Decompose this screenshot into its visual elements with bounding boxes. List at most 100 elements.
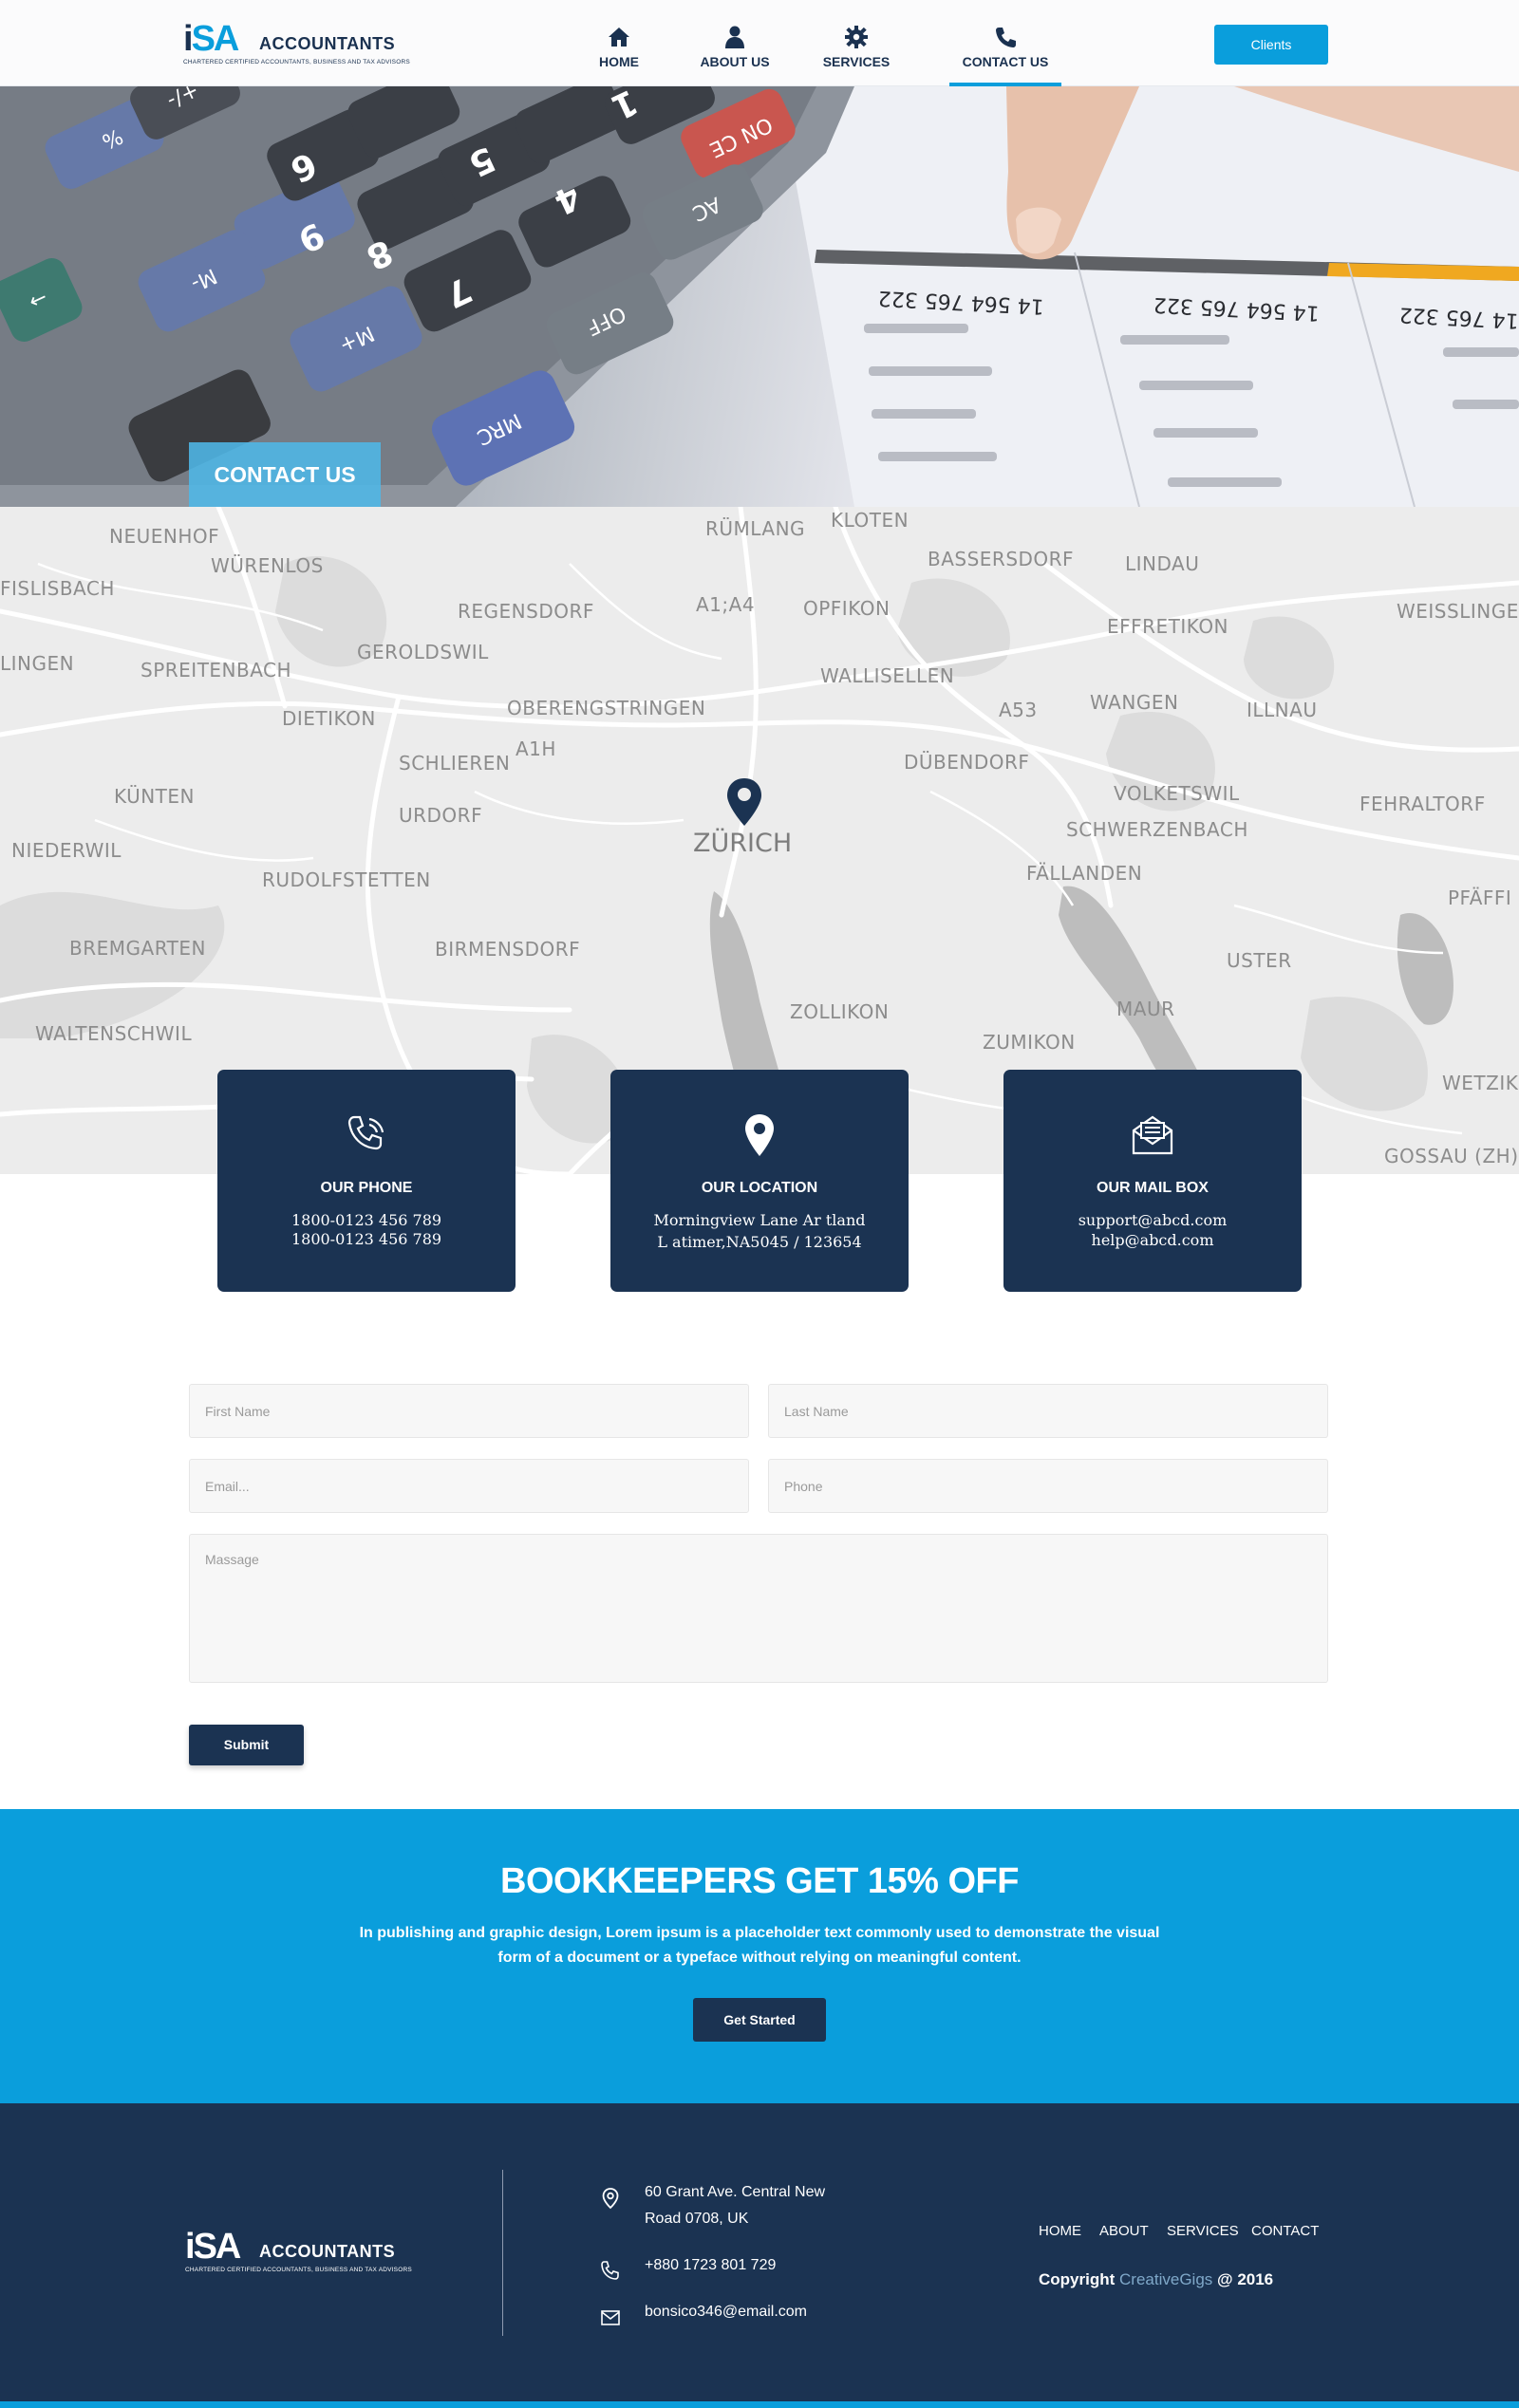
- mailbox-card-line-1: support@abcd.com: [1078, 1211, 1228, 1229]
- footer-email[interactable]: bonsico346@email.com: [645, 2299, 807, 2325]
- promo-banner: BOOKKEEPERS GET 15% OFF In publishing an…: [0, 1809, 1519, 2103]
- footer-logo-tagline: CHARTERED CERTIFIED ACCOUNTANTS, BUSINES…: [185, 2267, 412, 2273]
- phone-icon: [996, 28, 1016, 47]
- phone-icon: [601, 2261, 619, 2280]
- footer-phone[interactable]: +880 1723 801 729: [645, 2252, 776, 2279]
- nav-contact[interactable]: CONTACT US: [949, 0, 1061, 86]
- map-place-label: WÜRENLOS: [211, 554, 324, 577]
- map-place-label: SCHLIEREN: [399, 752, 511, 775]
- map-place-label: KÜNTEN: [114, 785, 195, 808]
- location-card-title: OUR LOCATION: [701, 1180, 818, 1196]
- clients-button[interactable]: Clients: [1214, 25, 1328, 65]
- footer-accent-bar: [0, 2401, 1519, 2408]
- location-card-line-1: Morningview Lane Ar tland: [653, 1211, 866, 1229]
- mailbox-card-title: OUR MAIL BOX: [1097, 1180, 1209, 1196]
- map-place-label: WETZIK: [1442, 1072, 1519, 1094]
- map-place-label: GOSSAU (ZH): [1384, 1145, 1519, 1167]
- map-place-label: FEHRALTORF: [1360, 793, 1486, 815]
- phone-card: OUR PHONE 1800-0123 456 789 1800-0123 45…: [217, 1070, 516, 1292]
- footer-logo-mark: iSA: [185, 2227, 241, 2267]
- map-place-label: LINGEN: [0, 652, 75, 675]
- phone-input[interactable]: [768, 1459, 1328, 1513]
- site-logo[interactable]: iSA ACCOUNTANTS CHARTERED CERTIFIED ACCO…: [183, 21, 416, 68]
- map-place-label: VOLKETSWIL: [1114, 782, 1240, 805]
- location-card-line-2: L atimer,NA5045 / 123654: [657, 1233, 862, 1251]
- map-place-label: EFFRETIKON: [1107, 615, 1229, 638]
- map-place-label: OBERENGSTRINGEN: [507, 697, 706, 719]
- map-place-label: SCHWERZENBACH: [1066, 818, 1248, 841]
- footer-address-line-2: Road 0708, UK: [645, 2211, 749, 2227]
- mailbox-card-line-2: help@abcd.com: [1091, 1231, 1214, 1249]
- map-place-label: A1;A4: [696, 593, 756, 616]
- map-place-label: DIETIKON: [282, 707, 376, 730]
- lake-pfaeffikersee: [1397, 913, 1453, 1025]
- map-place-label: WALTENSCHWIL: [35, 1022, 193, 1045]
- submit-button[interactable]: Submit: [189, 1725, 304, 1765]
- map-place-label: RUDOLFSTETTEN: [262, 868, 431, 891]
- map-pin-icon: [745, 1114, 774, 1156]
- footer-divider: [502, 2170, 503, 2336]
- map-place-label: KLOTEN: [831, 509, 910, 532]
- map-place-label: PFÄFFI: [1448, 887, 1512, 909]
- user-icon: [725, 26, 744, 48]
- map-place-label: NIEDERWIL: [11, 839, 122, 862]
- message-textarea[interactable]: [189, 1534, 1328, 1683]
- map-place-label: BREMGARTEN: [69, 937, 206, 960]
- map-place-label: WANGEN: [1090, 691, 1179, 714]
- footer-copyright-brand[interactable]: CreativeGigs: [1119, 2270, 1212, 2288]
- footer-logo-wordmark: ACCOUNTANTS: [259, 2242, 396, 2261]
- nav-services[interactable]: SERVICES: [818, 0, 894, 86]
- logo-mark: iSA: [183, 19, 239, 59]
- first-name-input[interactable]: [189, 1384, 749, 1438]
- location-pin-icon: [602, 2188, 619, 2210]
- footer-nav-contact[interactable]: CONTACT: [1251, 2223, 1319, 2240]
- promo-title: BOOKKEEPERS GET 15% OFF: [500, 1861, 1019, 1901]
- map-place-label: LINDAU: [1125, 552, 1200, 575]
- map-place-label: BASSERSDORF: [928, 548, 1075, 570]
- last-name-input[interactable]: [768, 1384, 1328, 1438]
- nav-home-label: HOME: [599, 54, 639, 69]
- map-place-label: DÜBENDORF: [904, 751, 1030, 774]
- email-icon: [601, 2310, 620, 2325]
- site-footer: iSA ACCOUNTANTS CHARTERED CERTIFIED ACCO…: [0, 2103, 1519, 2408]
- map-place-label: GEROLDSWIL: [357, 641, 489, 663]
- map-place-label: BIRMENSDORF: [435, 938, 581, 961]
- map-place-label: SPREITENBACH: [141, 659, 292, 681]
- map-place-label: WEISSLINGEN: [1397, 600, 1519, 623]
- phone-card-title: OUR PHONE: [320, 1180, 413, 1196]
- map-place-label: USTER: [1227, 949, 1292, 972]
- main-nav: HOME ABOUT US SERVICES CONTACT US: [579, 0, 1061, 86]
- logo-tagline: CHARTERED CERTIFIED ACCOUNTANTS, BUSINES…: [183, 59, 410, 65]
- map-city-label: ZÜRICH: [693, 829, 793, 858]
- map-place-label: WALLISELLEN: [820, 664, 955, 687]
- nav-about-label: ABOUT US: [700, 54, 770, 69]
- nav-services-label: SERVICES: [822, 54, 891, 69]
- map-place-label: ZOLLIKON: [790, 1000, 890, 1023]
- map-place-label: NEUENHOF: [109, 525, 220, 548]
- nav-about[interactable]: ABOUT US: [697, 0, 773, 86]
- footer-logo[interactable]: iSA ACCOUNTANTS CHARTERED CERTIFIED ACCO…: [185, 2229, 418, 2276]
- mailbox-card: OUR MAIL BOX support@abcd.com help@abcd.…: [1003, 1070, 1302, 1292]
- map-place-label: URDORF: [399, 804, 483, 827]
- map-place-label: RÜMLANG: [705, 517, 806, 540]
- map-place-label: REGENSDORF: [458, 600, 594, 623]
- site-header: iSA ACCOUNTANTS CHARTERED CERTIFIED ACCO…: [0, 0, 1519, 86]
- email-input[interactable]: [189, 1459, 749, 1513]
- map-place-label: A53: [999, 699, 1038, 721]
- footer-nav-services[interactable]: SERVICES: [1167, 2223, 1239, 2240]
- map-pin-icon[interactable]: [724, 776, 764, 828]
- hero-title: CONTACT US: [189, 442, 381, 507]
- nav-home[interactable]: HOME: [579, 0, 659, 86]
- map-place-label: A1H: [516, 737, 556, 760]
- footer-address-line-1: 60 Grant Ave. Central New: [645, 2184, 826, 2200]
- phone-icon: [347, 1115, 384, 1150]
- promo-text: In publishing and graphic design, Lorem …: [359, 1925, 1160, 1966]
- map-place-label: FISLISBACH: [0, 577, 115, 600]
- logo-wordmark: ACCOUNTANTS: [259, 34, 396, 53]
- get-started-button[interactable]: Get Started: [693, 1998, 826, 2042]
- map-place-label: ILLNAU: [1247, 699, 1318, 721]
- location-card: OUR LOCATION Morningview Lane Ar tland L…: [610, 1070, 909, 1292]
- page: iSA ACCOUNTANTS CHARTERED CERTIFIED ACCO…: [0, 0, 1519, 2408]
- footer-nav-home[interactable]: HOME: [1039, 2223, 1081, 2240]
- footer-nav-about[interactable]: ABOUT: [1099, 2223, 1149, 2240]
